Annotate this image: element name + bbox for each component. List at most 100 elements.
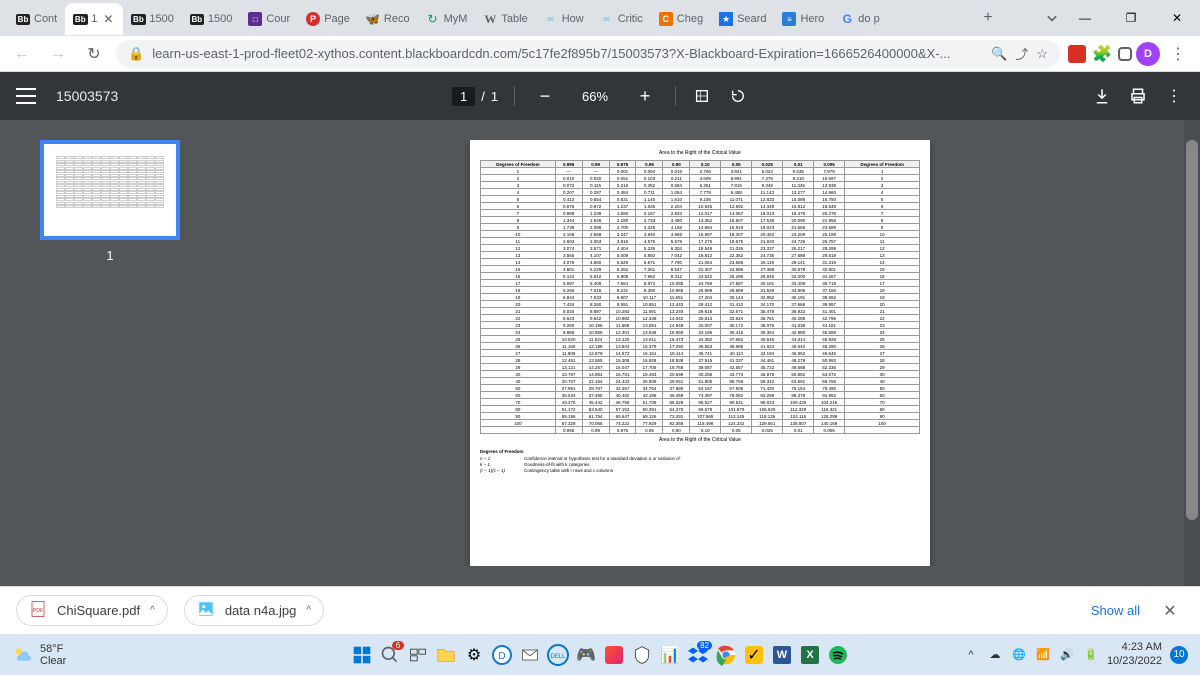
reload-button[interactable]: ↻ <box>80 40 108 68</box>
clock[interactable]: 4:23 AM 10/23/2022 <box>1107 641 1162 667</box>
wifi-icon[interactable]: 📶 <box>1035 647 1051 663</box>
volume-icon[interactable]: 🔊 <box>1059 647 1075 663</box>
minimize-button[interactable]: — <box>1062 0 1108 36</box>
browser-tab[interactable]: Bb1✕ <box>65 3 123 35</box>
bookmark-star-icon[interactable]: ☆ <box>1036 46 1048 62</box>
onedrive-icon[interactable]: ☁ <box>987 647 1003 663</box>
share-icon[interactable]: ⤴ <box>1015 44 1028 63</box>
pdf-page[interactable]: Area to the Right of the Critical Value … <box>470 140 930 566</box>
search-button[interactable]: 6 <box>378 643 402 667</box>
download-button[interactable] <box>1092 86 1112 106</box>
browser-tab[interactable]: PPage <box>298 3 358 35</box>
browser-tab[interactable]: Gdo p <box>832 3 887 35</box>
browser-tab[interactable]: 🦋Reco <box>358 3 418 35</box>
dell-icon[interactable]: DELL <box>546 643 570 667</box>
tab-favicon: ≡ <box>782 12 796 26</box>
chevron-up-icon[interactable]: ^ <box>150 605 155 616</box>
extensions-puzzle-icon[interactable]: 🧩 <box>1090 42 1114 66</box>
footnote-label: (r − 1)(c − 1) <box>480 468 520 473</box>
browser-titlebar: BbContBb1✕Bb1500Bb1500□CourPPage🦋Reco↻My… <box>0 0 1200 36</box>
browser-tab[interactable]: W Table <box>475 3 535 35</box>
search-icon[interactable]: 🔍 <box>991 46 1007 62</box>
zoom-level[interactable]: 66% <box>575 89 615 104</box>
browser-tab[interactable]: □ Cour <box>240 3 298 35</box>
forward-button[interactable]: → <box>44 40 72 68</box>
notification-badge[interactable]: 10 <box>1170 646 1188 664</box>
browser-tab[interactable]: Bb1500 <box>123 3 181 35</box>
tab-label: Table <box>501 13 527 25</box>
tab-label: do p <box>858 13 879 25</box>
start-button[interactable] <box>350 643 374 667</box>
chevron-down-icon[interactable] <box>1042 8 1062 28</box>
back-button[interactable]: ← <box>8 40 36 68</box>
table-footnotes: Degrees of Freedom n − 1Confidence inter… <box>480 449 920 473</box>
security-icon[interactable] <box>630 643 654 667</box>
profile-avatar[interactable]: D <box>1136 42 1160 66</box>
tab-label: 1 <box>91 13 97 25</box>
app-icon[interactable] <box>602 643 626 667</box>
downloads-bar: PDFChiSquare.pdf^data n4a.jpg^ Show all … <box>0 586 1200 634</box>
browser-tab[interactable]: Bb1500 <box>182 3 240 35</box>
browser-tab[interactable]: ≡Hero <box>774 3 832 35</box>
app-icon[interactable]: 📊 <box>658 643 682 667</box>
tray-chevron-icon[interactable]: ^ <box>963 647 979 663</box>
toolbar-separator <box>675 86 676 106</box>
weather-icon <box>12 645 32 665</box>
close-downloads-bar-button[interactable]: ✕ <box>1156 597 1184 625</box>
svg-text:PDF: PDF <box>33 608 44 614</box>
app-icon[interactable]: ✓ <box>742 643 766 667</box>
current-page-input[interactable]: 1 <box>452 87 475 106</box>
settings-icon[interactable]: ⚙ <box>462 643 486 667</box>
browser-tab[interactable]: ∞How <box>536 3 592 35</box>
fit-page-button[interactable] <box>692 86 712 106</box>
show-all-downloads-link[interactable]: Show all <box>1091 603 1140 618</box>
dropbox-icon[interactable]: 82 <box>686 643 710 667</box>
spotify-icon[interactable] <box>826 643 850 667</box>
app-icon[interactable]: 🎮 <box>574 643 598 667</box>
browser-tab[interactable]: ★Seard <box>711 3 774 35</box>
date: 10/23/2022 <box>1107 655 1162 668</box>
scrollbar-track[interactable] <box>1184 120 1200 586</box>
windows-taskbar: 58°F Clear 6 ⚙ D DELL 🎮 📊 82 ✓ W X ^ ☁ 🌐… <box>0 634 1200 675</box>
window-controls: — ❐ ✕ <box>1062 0 1200 36</box>
zoom-in-button[interactable]: + <box>631 82 659 110</box>
tab-favicon: W <box>483 12 497 26</box>
task-view-button[interactable] <box>406 643 430 667</box>
explorer-icon[interactable] <box>434 643 458 667</box>
browser-tab[interactable]: CCheg <box>651 3 711 35</box>
pdf-more-button[interactable]: ⋮ <box>1164 86 1184 106</box>
chrome-icon[interactable] <box>714 643 738 667</box>
rotate-button[interactable] <box>728 86 748 106</box>
tab-label: Cour <box>266 13 290 25</box>
extension-square-icon[interactable] <box>1118 47 1132 61</box>
sidebar-toggle-button[interactable] <box>16 86 36 106</box>
excel-icon[interactable]: X <box>798 643 822 667</box>
pdf-viewport[interactable]: 1 Area to the Right of the Critical Valu… <box>0 120 1200 586</box>
chevron-up-icon[interactable]: ^ <box>306 605 311 616</box>
battery-icon[interactable]: 🔋 <box>1083 647 1099 663</box>
zoom-out-button[interactable]: − <box>531 82 559 110</box>
language-icon[interactable]: 🌐 <box>1011 647 1027 663</box>
scrollbar-thumb[interactable] <box>1186 140 1198 520</box>
mail-icon[interactable] <box>518 643 542 667</box>
tab-label: Page <box>324 13 350 25</box>
extension-icon[interactable] <box>1068 45 1086 63</box>
weather-widget[interactable]: 58°F Clear <box>12 643 66 667</box>
tab-favicon: □ <box>248 12 262 26</box>
maximize-button[interactable]: ❐ <box>1108 0 1154 36</box>
page-thumbnail[interactable] <box>40 140 180 240</box>
new-tab-button[interactable]: + <box>974 4 1002 32</box>
tab-label: How <box>562 13 584 25</box>
download-item[interactable]: PDFChiSquare.pdf^ <box>16 595 168 626</box>
app-icon[interactable]: D <box>490 643 514 667</box>
browser-menu-button[interactable]: ⋮ <box>1164 40 1192 68</box>
print-button[interactable] <box>1128 86 1148 106</box>
browser-tab[interactable]: ↻MyM <box>418 3 476 35</box>
download-item[interactable]: data n4a.jpg^ <box>184 595 324 626</box>
url-bar[interactable]: 🔒 learn-us-east-1-prod-fleet02-xythos.co… <box>116 40 1060 68</box>
browser-tab[interactable]: BbCont <box>8 3 65 35</box>
close-window-button[interactable]: ✕ <box>1154 0 1200 36</box>
close-tab-button[interactable]: ✕ <box>101 12 115 26</box>
word-icon[interactable]: W <box>770 643 794 667</box>
browser-tab[interactable]: ∞Critic <box>592 3 651 35</box>
